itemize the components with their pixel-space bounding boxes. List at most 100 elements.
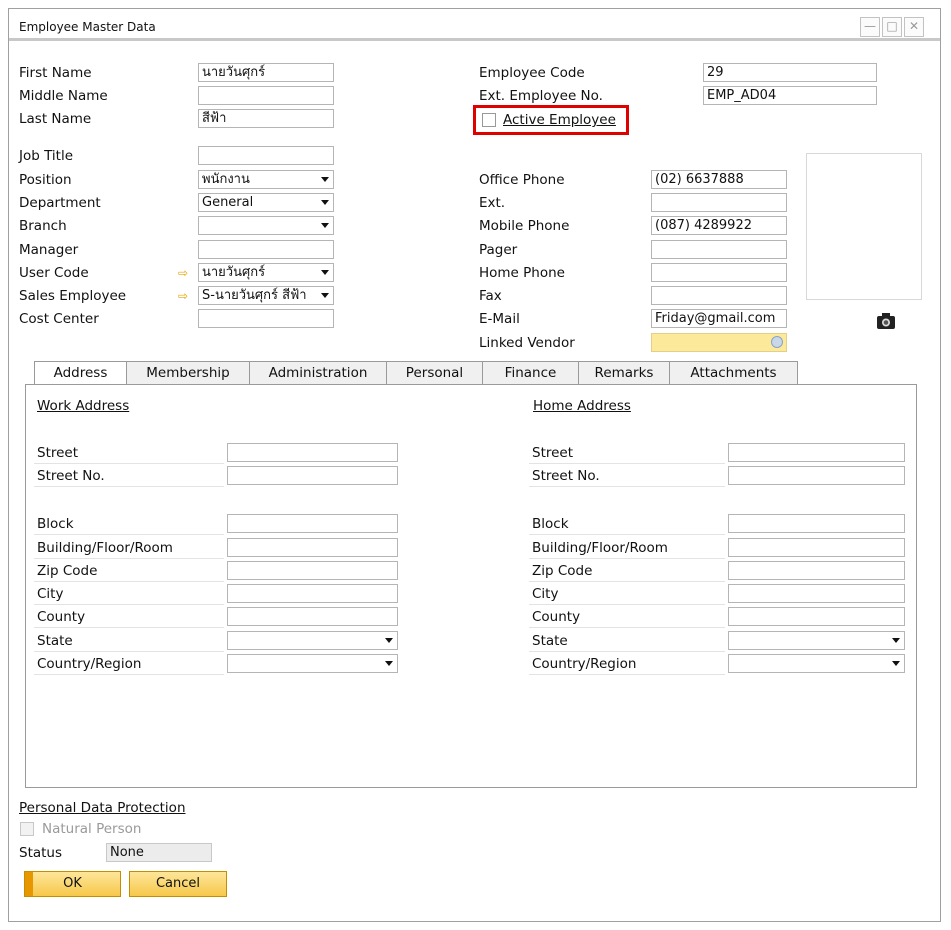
address-field-input[interactable]: [728, 538, 905, 557]
address-field-input[interactable]: [728, 631, 905, 650]
left-field-input[interactable]: นายวันศุกร์: [198, 63, 334, 82]
maximize-icon[interactable]: □: [882, 17, 902, 37]
row-divider: [34, 486, 224, 487]
row-divider: [529, 558, 725, 559]
right-field-input[interactable]: [651, 333, 787, 352]
window-title: Employee Master Data: [19, 20, 156, 34]
address-field-input[interactable]: [227, 607, 398, 626]
chevron-down-icon[interactable]: [385, 661, 393, 666]
row-divider: [529, 534, 725, 535]
right-field-input[interactable]: Friday@gmail.com: [651, 309, 787, 328]
address-field-input[interactable]: [227, 538, 398, 557]
address-field-input[interactable]: [728, 607, 905, 626]
row-divider: [34, 627, 224, 628]
work-address-title: Work Address: [37, 398, 130, 414]
address-field-input[interactable]: [728, 443, 905, 462]
address-field-input[interactable]: [227, 561, 398, 580]
address-field-input[interactable]: [227, 654, 398, 673]
address-field-label: City: [532, 586, 559, 602]
minimize-icon[interactable]: —: [860, 17, 880, 37]
cancel-button[interactable]: Cancel: [129, 871, 227, 897]
link-arrow-icon[interactable]: ⇨: [178, 267, 192, 279]
chevron-down-icon[interactable]: [321, 223, 329, 228]
address-field-input[interactable]: [728, 466, 905, 485]
address-field-label: Street: [37, 445, 79, 461]
row-divider: [529, 604, 725, 605]
right-field-input[interactable]: [651, 193, 787, 212]
tab-label: Remarks: [594, 365, 654, 381]
row-divider: [34, 581, 224, 582]
right-field-value: (087) 4289922: [655, 218, 752, 233]
employee-photo[interactable]: [806, 153, 922, 300]
employee-code-label: Employee Code: [479, 65, 585, 81]
row-divider: [34, 534, 224, 535]
left-field-value: General: [202, 195, 254, 210]
left-field-label: Department: [19, 195, 101, 211]
left-field-input[interactable]: [198, 309, 334, 328]
left-field-input[interactable]: [198, 86, 334, 105]
left-field-value: S-นายวันศุกร์ สีฟ้า: [202, 288, 307, 303]
address-field-input[interactable]: [728, 584, 905, 603]
address-field-input[interactable]: [227, 631, 398, 650]
chevron-down-icon[interactable]: [321, 270, 329, 275]
right-field-input[interactable]: (087) 4289922: [651, 216, 787, 235]
chevron-down-icon[interactable]: [892, 661, 900, 666]
address-field-input[interactable]: [227, 514, 398, 533]
pdp-title: Personal Data Protection: [19, 800, 186, 816]
lookup-icon[interactable]: [771, 336, 783, 348]
tab-remarks[interactable]: Remarks: [578, 361, 670, 384]
right-field-input[interactable]: (02) 6637888: [651, 170, 787, 189]
address-field-label: Street No.: [532, 468, 600, 484]
row-divider: [34, 463, 224, 464]
address-field-input[interactable]: [227, 584, 398, 603]
row-divider: [529, 463, 725, 464]
right-field-value: (02) 6637888: [655, 172, 744, 187]
chevron-down-icon[interactable]: [321, 293, 329, 298]
tab-personal[interactable]: Personal: [386, 361, 483, 384]
left-field-input[interactable]: นายวันศุกร์: [198, 263, 334, 282]
tab-finance[interactable]: Finance: [482, 361, 579, 384]
left-field-input[interactable]: [198, 146, 334, 165]
left-field-input[interactable]: [198, 216, 334, 235]
left-field-input[interactable]: สีฟ้า: [198, 109, 334, 128]
chevron-down-icon[interactable]: [321, 200, 329, 205]
tab-administration[interactable]: Administration: [249, 361, 387, 384]
natural-person-checkbox[interactable]: [20, 822, 34, 836]
tab-attachments[interactable]: Attachments: [669, 361, 798, 384]
left-field-input[interactable]: พนักงาน: [198, 170, 334, 189]
camera-icon[interactable]: [876, 312, 896, 330]
tab-address[interactable]: Address: [34, 361, 127, 385]
ok-button-label: OK: [63, 876, 82, 891]
right-field-input[interactable]: [651, 263, 787, 282]
address-field-input[interactable]: [227, 443, 398, 462]
chevron-down-icon[interactable]: [892, 638, 900, 643]
active-employee-checkbox[interactable]: [482, 113, 496, 127]
link-arrow-icon[interactable]: ⇨: [178, 290, 192, 302]
address-field-input[interactable]: [728, 561, 905, 580]
tab-membership[interactable]: Membership: [126, 361, 250, 384]
ok-button[interactable]: OK: [24, 871, 121, 897]
left-field-input[interactable]: General: [198, 193, 334, 212]
left-field-label: Manager: [19, 242, 79, 258]
address-field-input[interactable]: [227, 466, 398, 485]
address-field-input[interactable]: [728, 654, 905, 673]
address-field-input[interactable]: [728, 514, 905, 533]
employee-code-field[interactable]: 29: [703, 63, 877, 82]
right-field-input[interactable]: [651, 240, 787, 259]
left-field-label: Position: [19, 172, 72, 188]
home-address-title: Home Address: [533, 398, 631, 414]
ext-employee-field[interactable]: EMP_AD04: [703, 86, 877, 105]
chevron-down-icon[interactable]: [385, 638, 393, 643]
title-bar: Employee Master Data — □ ✕: [9, 9, 940, 41]
right-field-input[interactable]: [651, 286, 787, 305]
left-field-input[interactable]: S-นายวันศุกร์ สีฟ้า: [198, 286, 334, 305]
active-employee-label[interactable]: Active Employee: [503, 112, 616, 129]
close-icon[interactable]: ✕: [904, 17, 924, 37]
row-divider: [529, 651, 725, 652]
tab-label: Administration: [268, 365, 368, 381]
address-field-label: County: [532, 609, 581, 625]
left-field-input[interactable]: [198, 240, 334, 259]
left-field-label: User Code: [19, 265, 89, 281]
chevron-down-icon[interactable]: [321, 177, 329, 182]
row-divider: [529, 581, 725, 582]
